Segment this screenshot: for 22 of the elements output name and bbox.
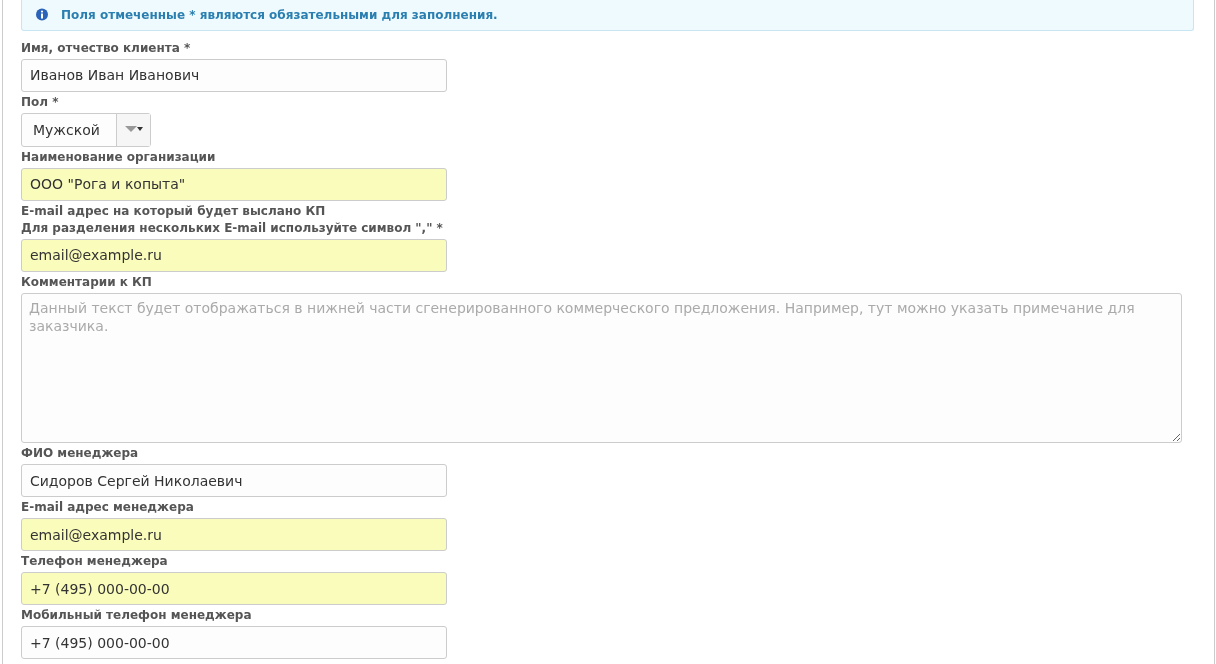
text-field[interactable]: email@example.ru [21, 518, 447, 552]
text-field[interactable]: email@example.ru [21, 238, 447, 272]
comment-textarea[interactable]: Данный текст будет отображаться в нижней части сгенерированного коммерческого предложения. Например, тут можно указать примечание для заказчика. [21, 292, 1182, 444]
field-label: Мобильный телефон менеджера [21, 608, 252, 624]
notice-text: Поля отмеченные * являются обязательными для заполнения. [61, 7, 498, 22]
gender-dropdown[interactable]: Мужской [21, 112, 151, 147]
text-field[interactable]: Иванов Иван Иванович [21, 58, 447, 92]
field-label: ФИО менеджера [21, 446, 139, 462]
text-field[interactable]: +7 (495) 000-00-00 [21, 572, 447, 606]
field-label: E-mail адрес на который будет выслано КП [21, 203, 326, 219]
text-field[interactable]: +7 (495) 000-00-00 [21, 626, 447, 659]
field-label: Для разделения нескольких E-mail используйте символ "," * [21, 220, 443, 236]
field-label: Пол * [21, 94, 59, 110]
field-label: Телефон менеджера [21, 554, 168, 570]
text-field[interactable]: ООО "Рога и копыта" [21, 167, 447, 201]
caret-icon [124, 125, 143, 134]
text-field[interactable]: Сидоров Сергей Николаевич [21, 464, 447, 498]
field-label: Наименование организации [21, 149, 216, 165]
info-icon [35, 7, 49, 22]
field-label: Имя, отчество клиента * [21, 40, 191, 56]
field-label: E-mail адрес менеджера [21, 500, 194, 516]
field-label: Комментарии к КП [21, 274, 152, 290]
